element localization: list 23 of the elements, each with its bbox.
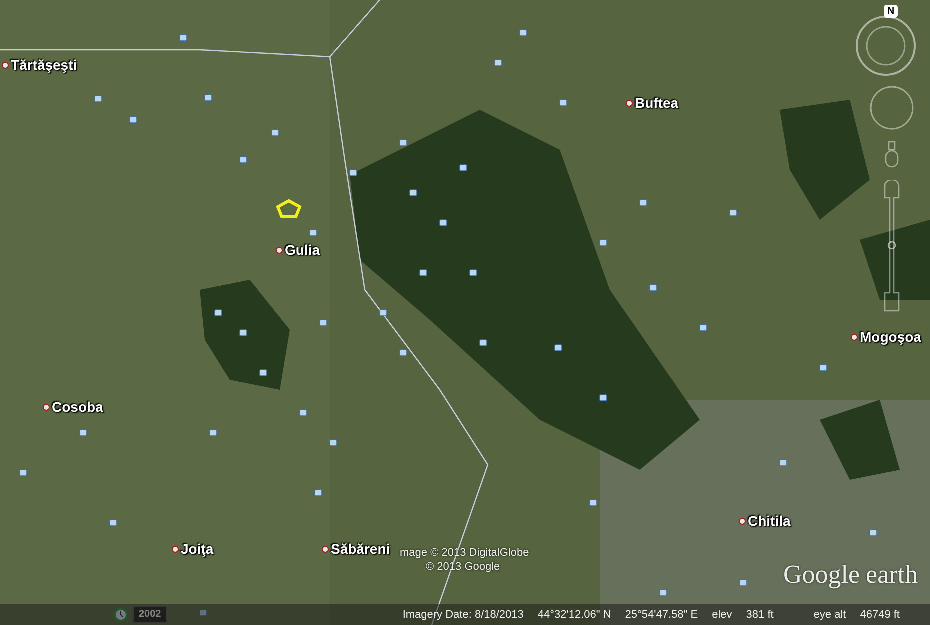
place-label[interactable]: Tărtăşeşti bbox=[11, 57, 78, 73]
elev-label: elev bbox=[712, 608, 732, 620]
clock-icon[interactable] bbox=[114, 608, 128, 622]
imagery-date-text: Imagery Date: 8/18/2013 bbox=[402, 608, 524, 620]
zoom-thumb[interactable] bbox=[888, 241, 896, 250]
place-label[interactable]: Chitila bbox=[748, 513, 791, 529]
logo: Google earth bbox=[783, 560, 918, 590]
eye-alt-value: 46749 ft bbox=[860, 608, 900, 620]
place-label[interactable]: Buftea bbox=[635, 95, 679, 111]
pentagon-placemark-icon[interactable] bbox=[276, 199, 302, 219]
place-label[interactable]: Cosoba bbox=[52, 399, 104, 415]
year-label[interactable]: 2002 bbox=[133, 606, 168, 623]
eye-alt-label: eye alt bbox=[814, 608, 846, 620]
north-button[interactable]: N bbox=[884, 5, 898, 18]
place-label[interactable]: Mogoşoa bbox=[860, 329, 922, 345]
place-label[interactable]: Gulia bbox=[285, 242, 320, 258]
move-joystick[interactable] bbox=[869, 85, 915, 131]
longitude-text: 25°54'47.58" E bbox=[625, 608, 698, 620]
latitude-text: 44°32'12.06" N bbox=[538, 608, 612, 620]
elev-value: 381 ft bbox=[746, 608, 774, 620]
place-label[interactable]: Săbăreni bbox=[331, 541, 390, 557]
look-joystick[interactable] bbox=[855, 15, 917, 77]
place-label[interactable]: Joiţa bbox=[181, 541, 214, 557]
